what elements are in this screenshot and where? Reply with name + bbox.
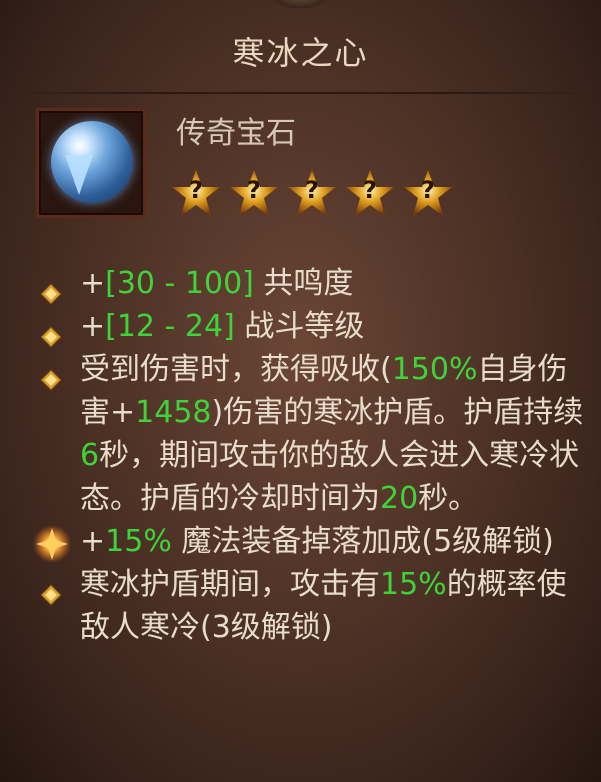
item-tooltip-panel: 寒冰之心 传奇宝石 ????? +[30 - 100] 共鸣度 +[12 - 24… (0, 0, 601, 782)
star-icon: ? (344, 168, 396, 220)
star-rating: ????? (170, 168, 454, 220)
stat-text: 魔法装备掉落加成(5级解锁) (171, 524, 554, 559)
star-unknown-mark: ? (247, 176, 261, 204)
diamond-bullet-icon (40, 317, 62, 348)
stat-line: +[12 - 24] 战斗等级 (30, 305, 590, 348)
stat-line: +[30 - 100] 共鸣度 (30, 262, 590, 305)
item-type-label: 传奇宝石 (176, 116, 296, 151)
stat-line: 寒冰护盾期间，攻击有15%的概率使敌人寒冷(3级解锁) (30, 563, 590, 649)
stat-text: 寒冰护盾期间，攻击有 (80, 567, 380, 602)
stat-line: +15% 魔法装备掉落加成(5级解锁) (30, 520, 590, 563)
item-title: 寒冰之心 (232, 34, 369, 72)
star-unknown-mark: ? (305, 176, 319, 204)
title-divider (0, 92, 601, 94)
diamond-bullet-icon (40, 575, 62, 606)
stat-text: )伤害的寒冰护盾。护盾持续 (211, 395, 584, 430)
stat-text: 秒，期间攻击你的敌人会进入寒冷状态。护盾的冷却时间为 (80, 438, 580, 516)
glowing-diamond-bullet-icon (32, 524, 72, 564)
diamond-bullet-icon (40, 274, 62, 305)
star-icon: ? (402, 168, 454, 220)
stat-text: + (80, 524, 106, 559)
item-icon-frame (36, 108, 146, 218)
star-unknown-mark: ? (189, 176, 203, 204)
stat-text: 秒。 (418, 481, 479, 516)
stat-value-highlight: 150% (391, 352, 478, 387)
stat-value-highlight: 1458 (135, 395, 212, 430)
stat-text: 受到伤害时，获得吸收( (80, 352, 392, 387)
stat-value-highlight: 6 (80, 438, 100, 473)
stat-value-highlight: [30 - 100] (105, 266, 254, 301)
star-icon: ? (228, 168, 280, 220)
stat-text: + (80, 309, 106, 344)
diamond-bullet-icon (40, 360, 62, 391)
stat-value-highlight: 20 (380, 481, 419, 516)
stat-text: 共鸣度 (253, 266, 354, 301)
stat-value-highlight: 15% (105, 524, 172, 559)
stat-value-highlight: [12 - 24] (105, 309, 235, 344)
stat-text: 战斗等级 (234, 309, 365, 344)
star-unknown-mark: ? (421, 176, 435, 204)
stat-line: 受到伤害时，获得吸收(150%自身伤害+1458)伤害的寒冰护盾。护盾持续6秒，… (30, 348, 590, 520)
ice-shard-decoration (65, 155, 93, 195)
star-icon: ? (170, 168, 222, 220)
stat-text: + (80, 266, 106, 301)
star-icon: ? (286, 168, 338, 220)
stat-list: +[30 - 100] 共鸣度 +[12 - 24] 战斗等级 受到伤害时，获得吸收… (30, 262, 590, 649)
star-unknown-mark: ? (363, 176, 377, 204)
stat-value-highlight: 15% (380, 567, 447, 602)
top-ornament (270, 0, 330, 8)
